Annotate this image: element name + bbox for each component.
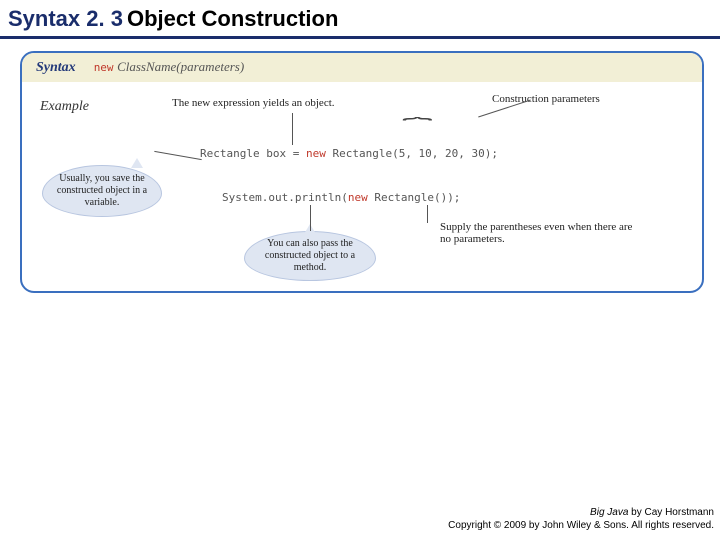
syntax-bar: Syntax new ClassName(parameters) <box>22 53 702 82</box>
syntax-keyword: new <box>94 61 114 74</box>
pointer-line <box>427 205 428 223</box>
callout-left-text: Usually, you save the constructed object… <box>51 173 153 209</box>
brace-icon: ⏞ <box>402 117 432 138</box>
footer: Big Java by Cay Horstmann Copyright © 20… <box>448 506 714 532</box>
footer-book: Big Java <box>590 507 628 518</box>
callout-bottom: You can also pass the constructed object… <box>244 231 376 281</box>
example-label: Example <box>40 99 89 115</box>
slide-header: Syntax 2. 3 Object Construction <box>0 0 720 39</box>
annotation-top: The new expression yields an object. <box>172 97 335 109</box>
syntax-label: Syntax <box>36 60 76 76</box>
annotation-bottomright: Supply the parentheses even when there a… <box>440 221 640 245</box>
syntax-form: ClassName(parameters) <box>117 59 244 74</box>
header-title: Object Construction <box>127 6 338 31</box>
code-line-2: System.out.println(new Rectangle()); <box>222 191 460 204</box>
annotation-topright: Construction parameters <box>492 93 600 105</box>
footer-byline: by Cay Horstmann <box>628 507 714 518</box>
header-prefix: Syntax 2. 3 <box>8 6 123 31</box>
code-line-1: Rectangle box = new Rectangle(5, 10, 20,… <box>200 147 498 160</box>
syntax-panel: Syntax new ClassName(parameters) Example… <box>20 51 704 293</box>
callout-left: Usually, you save the constructed object… <box>42 165 162 217</box>
pointer-line <box>292 113 293 145</box>
pointer-line <box>154 151 201 160</box>
callout-bottom-text: You can also pass the constructed object… <box>253 238 367 274</box>
pointer-line <box>310 205 311 231</box>
footer-copyright: Copyright © 2009 by John Wiley & Sons. A… <box>448 519 714 532</box>
callout-tail-icon <box>131 158 143 168</box>
